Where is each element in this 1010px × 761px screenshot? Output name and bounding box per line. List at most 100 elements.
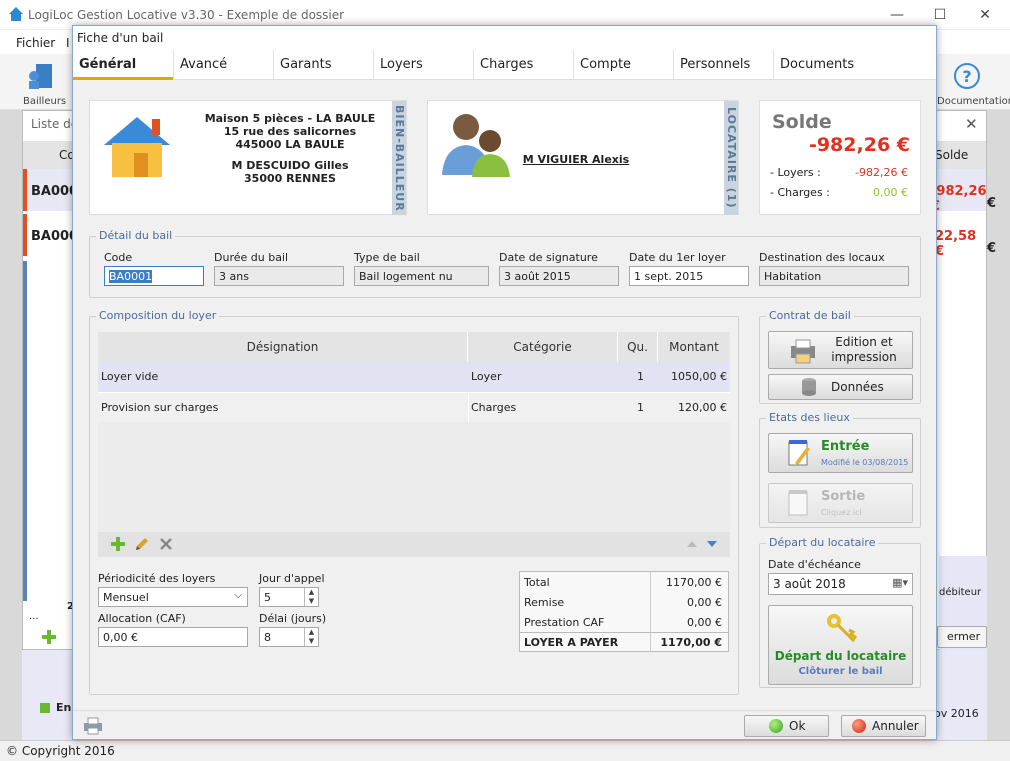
calendar-icon[interactable]: ▦▾ (892, 576, 908, 589)
notepad-icon (787, 489, 811, 517)
tab-charges[interactable]: Charges (473, 50, 573, 80)
maximize-icon[interactable]: ☐ (925, 4, 955, 26)
locataire-band: LOCATAIRE (1) (724, 101, 738, 215)
bg-row-solde: 22,58 € (935, 229, 977, 259)
bg-col-solde[interactable]: Solde (935, 148, 968, 162)
col-montant[interactable]: Montant (658, 332, 730, 362)
bien-line2: 15 rue des salicornes (223, 125, 357, 138)
edition-line1: Edition et (835, 335, 893, 349)
depart-button-sub: Clôturer le bail (798, 666, 883, 677)
move-down-icon[interactable] (706, 539, 718, 549)
col-categorie[interactable]: Catégorie (468, 332, 618, 362)
bg-dots: ... (29, 611, 39, 622)
delete-icon[interactable] (158, 536, 174, 552)
entree-label: Entrée (821, 439, 870, 454)
bg-row-euro: € (987, 241, 997, 256)
people-icon (438, 107, 514, 177)
detail-bail-group: Détail du bail Code BA0001 Durée du bail… (89, 229, 921, 298)
copyright-text: © Copyright 2016 (6, 744, 115, 758)
solde-title: Solde (772, 111, 832, 133)
close-icon[interactable]: ✕ (970, 4, 1000, 26)
solde-card: Solde -982,26 € - Loyers : -982,26 € - C… (759, 100, 921, 215)
contrat-title: Contrat de bail (766, 309, 854, 322)
etats-group: Etats des lieux Entrée Modifié le 03/08/… (759, 411, 921, 528)
bg-debiteur: débiteur (939, 587, 982, 598)
bg-row-solde: -982,26 € (931, 184, 987, 214)
minimize-icon[interactable]: — (882, 4, 912, 26)
stepper-arrows-icon[interactable]: ▲ ▼ (304, 588, 318, 606)
destination-field[interactable]: Habitation (759, 266, 909, 286)
sortie-button[interactable]: Sortie Cliquez ici (768, 483, 913, 523)
echeance-date-picker[interactable]: 3 août 2018 ▦▾ (768, 573, 913, 595)
col-designation[interactable]: Désignation (98, 332, 468, 362)
allocation-field[interactable]: 0,00 € (98, 627, 248, 647)
periodicite-select[interactable]: Mensuel ⌵ (98, 587, 248, 607)
tab-compte[interactable]: Compte (573, 50, 673, 80)
table-row[interactable]: Provision sur charges Charges 1 120,00 € (98, 392, 730, 422)
pencil-icon[interactable] (134, 536, 150, 552)
tab-personnels[interactable]: Personnels (673, 50, 773, 80)
bg-fermer-label: ermer (947, 630, 981, 643)
donnees-button[interactable]: Données (768, 374, 913, 400)
bg-legend-en: En (56, 701, 72, 714)
remise-value: 0,00 € (687, 596, 722, 609)
edition-impression-button[interactable]: Edition et impression (768, 331, 913, 369)
code-field[interactable]: BA0001 (104, 266, 204, 286)
bg-add-icon[interactable] (41, 629, 57, 645)
print-icon[interactable] (83, 717, 103, 735)
move-up-icon[interactable] (686, 539, 698, 549)
total-value: 1170,00 € (666, 576, 722, 589)
depart-locataire-button[interactable]: Départ du locataire Clôturer le bail (768, 605, 913, 685)
tab-garants[interactable]: Garants (273, 50, 373, 80)
type-field[interactable]: Bail logement nu (354, 266, 489, 286)
menu-fichier[interactable]: Fichier (16, 36, 55, 50)
menu-item-partial[interactable]: I (66, 36, 70, 50)
bailleurs-icon[interactable] (26, 60, 58, 92)
premier-loyer-field[interactable]: 1 sept. 2015 (629, 266, 749, 286)
table-row[interactable]: Loyer vide Loyer 1 1050,00 € (98, 362, 730, 392)
locataire-name[interactable]: M VIGUIER Alexis (428, 153, 724, 166)
bg-date-partial: ov 2016 (934, 707, 979, 720)
stepper-arrows-icon[interactable]: ▲ ▼ (304, 628, 318, 646)
house-icon (98, 111, 176, 181)
row-montant: 1050,00 € (671, 370, 727, 383)
composition-title: Composition du loyer (96, 309, 220, 322)
delai-label: Délai (jours) (259, 612, 327, 625)
signature-field[interactable]: 3 août 2015 (499, 266, 619, 286)
depart-title: Départ du locataire (766, 536, 879, 549)
prestation-caf-label: Prestation CAF (524, 616, 605, 629)
bg-row-euro: € (987, 196, 997, 211)
tab-avance[interactable]: Avancé (173, 50, 273, 80)
row-categorie: Charges (471, 401, 517, 414)
annuler-button[interactable]: Annuler (841, 715, 926, 737)
bien-line1: Maison 5 pièces - LA BAULE (204, 112, 376, 125)
tab-general[interactable]: Général (73, 50, 173, 80)
ok-label: Ok (789, 719, 806, 733)
ribbon-bailleurs-label[interactable]: Bailleurs (23, 96, 66, 107)
green-circle-icon (769, 719, 783, 733)
depart-button-title: Départ du locataire (774, 649, 907, 663)
solde-charges-label: - Charges : (770, 186, 830, 199)
bien-bailleur-card[interactable]: Maison 5 pièces - LA BAULE 15 rue des sa… (89, 100, 407, 215)
help-icon[interactable]: ? (953, 62, 981, 90)
bg-close-icon[interactable]: ✕ (965, 115, 978, 133)
tab-loyers[interactable]: Loyers (373, 50, 473, 80)
allocation-label: Allocation (CAF) (98, 612, 186, 625)
add-icon[interactable] (110, 536, 126, 552)
delai-stepper[interactable]: 8 ▲ ▼ (259, 627, 319, 647)
ok-button[interactable]: Ok (744, 715, 829, 737)
bailleur-name: M DESCUIDO Gilles (231, 159, 349, 172)
entree-button[interactable]: Entrée Modifié le 03/08/2015 (768, 433, 913, 473)
tab-documents[interactable]: Documents (773, 50, 873, 80)
sortie-label: Sortie (821, 489, 866, 504)
locataire-card[interactable]: M VIGUIER Alexis LOCATAIRE (1) (427, 100, 739, 215)
app-status-bar: © Copyright 2016 (0, 740, 1010, 761)
entree-sub: Modifié le 03/08/2015 (821, 458, 909, 467)
solde-charges-value: 0,00 € (873, 186, 908, 199)
notepad-icon (787, 439, 811, 467)
col-qu[interactable]: Qu. (618, 332, 658, 362)
ribbon-documentation-label[interactable]: Documentation (937, 96, 1010, 107)
duree-field[interactable]: 3 ans (214, 266, 344, 286)
jour-stepper[interactable]: 5 ▲ ▼ (259, 587, 319, 607)
duree-label: Durée du bail (214, 251, 289, 264)
